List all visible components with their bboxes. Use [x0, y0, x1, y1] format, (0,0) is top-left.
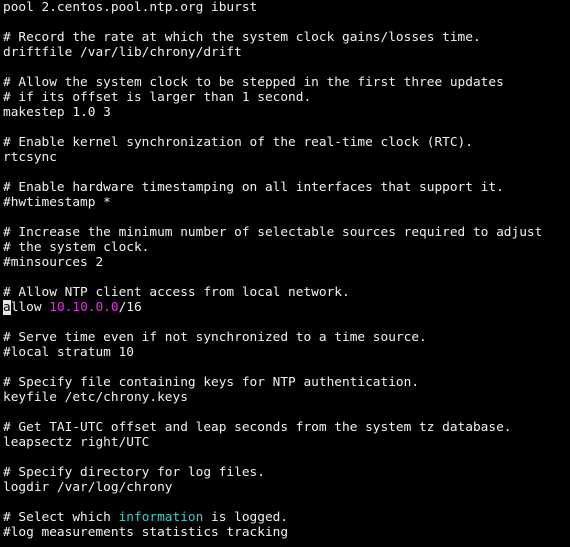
terminal-editor[interactable]: pool 2.centos.pool.ntp.org iburst # Recor…	[0, 0, 570, 547]
terminal-line: # Specify file containing keys for NTP a…	[3, 375, 570, 390]
terminal-line: makestep 1.0 3	[3, 105, 570, 120]
terminal-line: #minsources 2	[3, 255, 570, 270]
terminal-line: driftfile /var/lib/chrony/drift	[3, 45, 570, 60]
terminal-line: # the system clock.	[3, 240, 570, 255]
terminal-line: pool 2.centos.pool.ntp.org iburst	[3, 0, 570, 15]
line-text: # Allow the system clock to be stepped i…	[3, 75, 504, 90]
line-text: leapsectz right/UTC	[3, 435, 150, 450]
line-text: # Allow NTP client access from local net…	[3, 285, 350, 300]
terminal-line: allow 10.10.0.0/16	[3, 300, 570, 315]
line-text: #local stratum 10	[3, 345, 134, 360]
terminal-line: # if its offset is larger than 1 second.	[3, 90, 570, 105]
line-text: driftfile /var/lib/chrony/drift	[3, 45, 242, 60]
terminal-line: # Allow NTP client access from local net…	[3, 285, 570, 300]
line-text: /16	[118, 300, 142, 315]
terminal-line: # Specify directory for log files.	[3, 465, 570, 480]
ip-address-highlight: 10.10.0.0	[49, 300, 119, 315]
terminal-line: # Get TAI-UTC offset and leap seconds fr…	[3, 420, 570, 435]
terminal-line: # Increase the minimum number of selecta…	[3, 225, 570, 240]
line-text: # Enable hardware timestamping on all in…	[3, 180, 504, 195]
keyword-highlight: information	[118, 510, 204, 525]
line-text: # Increase the minimum number of selecta…	[3, 225, 543, 240]
terminal-line: keyfile /etc/chrony.keys	[3, 390, 570, 405]
line-text: # Specify file containing keys for NTP a…	[3, 375, 420, 390]
terminal-line: # Allow the system clock to be stepped i…	[3, 75, 570, 90]
line-text: # Specify directory for log files.	[3, 465, 265, 480]
line-text: # Select which	[3, 510, 119, 525]
terminal-line: # Select which information is logged.	[3, 510, 570, 525]
terminal-line: logdir /var/log/chrony	[3, 480, 570, 495]
line-text: #log measurements statistics tracking	[3, 525, 289, 540]
line-text: is logged.	[203, 510, 289, 525]
terminal-line: rtcsync	[3, 150, 570, 165]
terminal-line: # Enable kernel synchronization of the r…	[3, 135, 570, 150]
text-cursor: a	[3, 300, 11, 315]
line-text: keyfile /etc/chrony.keys	[3, 390, 188, 405]
terminal-line: #local stratum 10	[3, 345, 570, 360]
line-text: # Get TAI-UTC offset and leap seconds fr…	[3, 420, 512, 435]
line-text: pool 2.centos.pool.ntp.org iburst	[3, 0, 258, 15]
terminal-line: leapsectz right/UTC	[3, 435, 570, 450]
line-text: llow	[10, 300, 50, 315]
terminal-line: # Serve time even if not synchronized to…	[3, 330, 570, 345]
terminal-line: # Enable hardware timestamping on all in…	[3, 180, 570, 195]
line-text: # Serve time even if not synchronized to…	[3, 330, 427, 345]
line-text: makestep 1.0 3	[3, 105, 111, 120]
line-text: #minsources 2	[3, 255, 104, 270]
line-text: logdir /var/log/chrony	[3, 480, 173, 495]
line-text: #hwtimestamp *	[3, 195, 111, 210]
line-text: # Record the rate at which the system cl…	[3, 30, 481, 45]
line-text: # Enable kernel synchronization of the r…	[3, 135, 473, 150]
terminal-line: #log measurements statistics tracking	[3, 525, 570, 540]
line-text: # the system clock.	[3, 240, 150, 255]
terminal-line: #hwtimestamp *	[3, 195, 570, 210]
line-text: rtcsync	[3, 150, 57, 165]
line-text: # if its offset is larger than 1 second.	[3, 90, 312, 105]
terminal-line: # Record the rate at which the system cl…	[3, 30, 570, 45]
